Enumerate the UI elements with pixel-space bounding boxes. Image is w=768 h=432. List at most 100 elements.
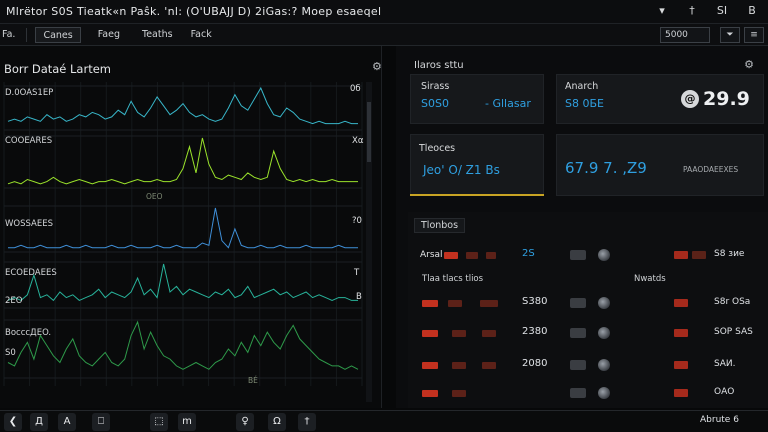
track-value: ?0 xyxy=(352,216,362,226)
window-title: Mlrёtor S0S Tieatk«n Paŝk. 'nl: (O'UBAJJ… xyxy=(6,5,382,18)
app-icon[interactable]: m xyxy=(178,413,196,431)
row-right-label: S8r OSa xyxy=(714,297,751,307)
knob-icon[interactable] xyxy=(598,327,610,339)
app-icon[interactable]: ♀ xyxy=(236,413,254,431)
menu-canes[interactable]: Canes xyxy=(35,26,81,43)
indicator-icon xyxy=(674,361,688,369)
track-label: ECOEDAEES xyxy=(5,268,57,278)
status-bar xyxy=(452,362,466,369)
app-icon[interactable]: Ω xyxy=(268,413,286,431)
app-icon[interactable]: А xyxy=(58,413,76,431)
knob-icon[interactable] xyxy=(598,297,610,309)
chart-canvas xyxy=(3,82,363,386)
app-icon[interactable]: Д xyxy=(30,413,48,431)
axis-tick: 2EO xyxy=(5,296,23,306)
chip-icon[interactable] xyxy=(570,388,586,398)
knob-icon[interactable] xyxy=(598,359,610,371)
window-controls: ▾ † ЅІ В xyxy=(654,4,760,17)
metric-value: 67.9 7. ,Z9 xyxy=(565,159,647,177)
pin-icon[interactable]: † xyxy=(684,4,700,17)
big-value: 29.9 xyxy=(703,88,750,110)
menu-fack[interactable]: Faсk xyxy=(184,27,219,43)
row-value: 2380 xyxy=(522,326,548,337)
row-value: S380 xyxy=(522,296,548,307)
gear-icon[interactable]: ⚙ xyxy=(372,60,382,73)
anarch-card[interactable]: Anarch S8 0БЕ @ 29.9 xyxy=(556,74,764,124)
minimize-icon[interactable]: ЅІ xyxy=(714,4,730,17)
status-bar xyxy=(422,390,438,397)
status-bar xyxy=(452,390,466,397)
card-value: - Gllasar xyxy=(485,97,531,110)
chip-icon[interactable] xyxy=(570,250,586,260)
big-value-badge: @ xyxy=(681,90,699,108)
table-subheader: Tlaa tlacs tlios xyxy=(422,274,484,284)
card-value: Jeo' O/ Z1 Bs xyxy=(423,163,500,177)
card-label: Tleoces xyxy=(419,143,456,154)
indicator-icon xyxy=(674,299,688,307)
knob-icon[interactable] xyxy=(598,387,610,399)
indicator-icon xyxy=(674,329,688,337)
knob-icon[interactable] xyxy=(598,249,610,261)
menu-separator xyxy=(26,27,28,42)
status-bar xyxy=(422,300,438,307)
row-right-label: SАИ. xyxy=(714,359,736,369)
metric-caption: PAAODAEEXES xyxy=(683,165,739,174)
progress-underline xyxy=(410,194,544,196)
back-icon[interactable]: ❮ xyxy=(4,413,22,431)
menu-file[interactable]: Fa. xyxy=(0,27,22,43)
indicator-icon xyxy=(674,389,688,397)
table-title: Tlonbos xyxy=(414,218,466,233)
track-label: COOEARES xyxy=(5,136,53,146)
table-panel: Tlonbos Tlaa tlacs tlios Nwatds Arsal 2S… xyxy=(408,212,768,408)
axis-tick: S0 xyxy=(5,348,16,358)
chart-panel: Borr Dataé Lartem ⚙ D.0OAS1EP COOEARES W… xyxy=(0,46,382,408)
chart-panel-title: Borr Dataé Lartem xyxy=(4,62,111,76)
scrollbar-thumb[interactable] xyxy=(367,102,371,162)
row-right-label: OАO xyxy=(714,387,735,397)
status-card[interactable]: Sirass S0S0 - Gllasar xyxy=(410,74,544,124)
status-bar xyxy=(452,330,466,337)
status-bar xyxy=(448,300,462,307)
card-label: Sirass xyxy=(421,81,450,92)
menu-bar: Fa. Canes Faeg Teaths Faсk 5000 ⏷ ≡ xyxy=(0,24,768,46)
menu-faeg[interactable]: Faeg xyxy=(91,27,127,43)
track-label: D.0OAS1EP xyxy=(5,88,54,98)
status-bar xyxy=(422,330,438,337)
row-label: Arsal xyxy=(420,250,443,260)
close-icon[interactable]: В xyxy=(744,4,760,17)
status-bar xyxy=(422,362,438,369)
vertical-scrollbar[interactable] xyxy=(366,82,372,402)
app-icon[interactable]: ⎕ xyxy=(92,413,110,431)
row-value: 2080 xyxy=(522,358,548,369)
chip-icon[interactable] xyxy=(570,298,586,308)
app-icon[interactable]: ⬚ xyxy=(150,413,168,431)
summary-header: Ilaros sttu xyxy=(414,60,464,71)
taskbar-status: Abrute 6 xyxy=(700,415,739,425)
indicator-icon xyxy=(674,251,688,259)
gear-icon[interactable]: ⚙ xyxy=(744,58,754,71)
chip-icon[interactable] xyxy=(570,360,586,370)
dropdown-button[interactable]: ⏷ xyxy=(720,27,740,43)
row-right-label: S8 зие xyxy=(714,249,745,259)
axis-tick: BÉ xyxy=(248,376,258,385)
taskbar: ❮ Д А ⎕ ⬚ m ♀ Ω † Abrute 6 xyxy=(0,410,768,432)
track-value: Τ xyxy=(354,268,360,278)
menu-icon[interactable]: ≡ xyxy=(744,27,764,43)
row-right-label: SOP SAS xyxy=(714,327,753,337)
card-value: S8 0БЕ xyxy=(565,97,604,110)
status-bar xyxy=(480,300,498,307)
track-value: В xyxy=(356,292,362,302)
card-label: Anarch xyxy=(565,81,599,92)
dropdown-icon[interactable]: ▾ xyxy=(654,4,670,17)
track-value: 0б xyxy=(350,84,361,94)
row-value: 2S xyxy=(522,248,535,259)
track-label: WOSSAEES xyxy=(5,219,53,229)
metric-card[interactable]: 67.9 7. ,Z9 PAAODAEEXES xyxy=(556,134,764,196)
status-bar xyxy=(444,252,458,259)
app-icon[interactable]: † xyxy=(298,413,316,431)
status-bar xyxy=(482,362,496,369)
chip-icon[interactable] xyxy=(570,328,586,338)
search-input[interactable]: 5000 xyxy=(660,27,710,43)
tleoces-card[interactable]: Tleoces Jeo' O/ Z1 Bs xyxy=(410,134,544,196)
menu-teaths[interactable]: Teaths xyxy=(135,27,180,43)
